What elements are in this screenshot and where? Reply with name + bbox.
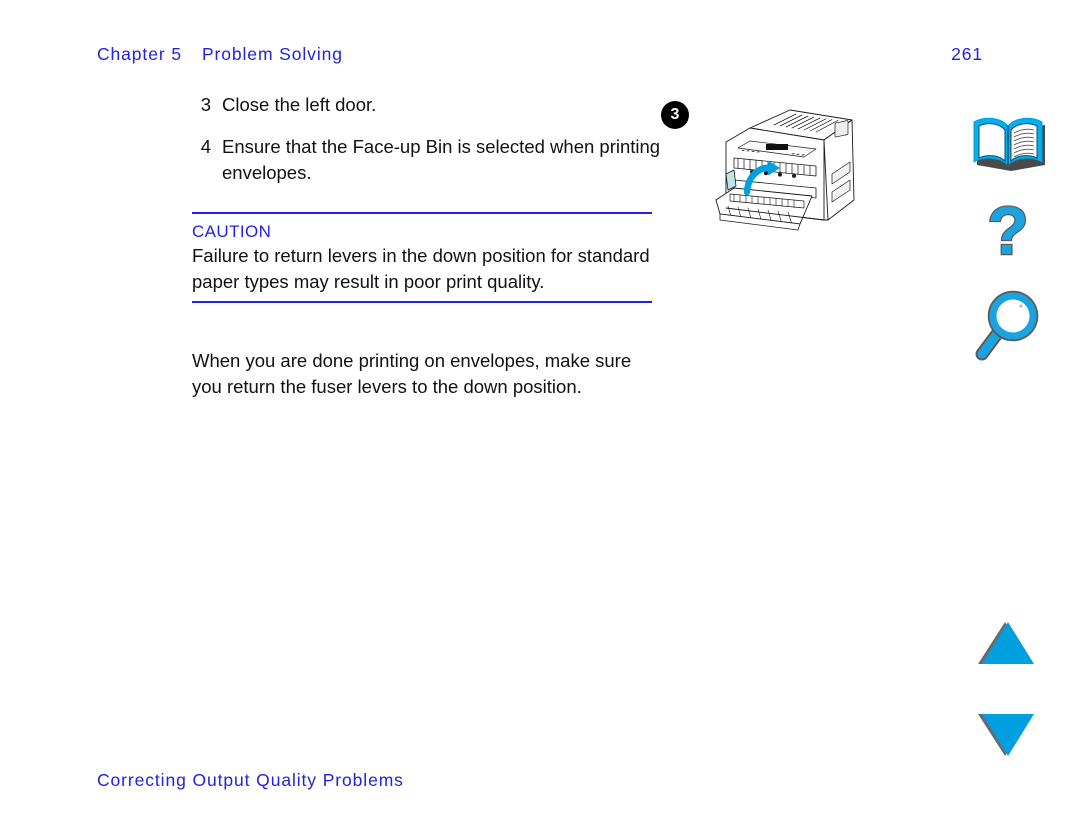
navigation-icon-rail: ? — [960, 100, 1056, 780]
magnifier-icon[interactable] — [960, 286, 1056, 368]
numbered-step-list: 3 Close the left door. 4 Ensure that the… — [192, 92, 662, 202]
caution-block: CAUTION Failure to return levers in the … — [192, 212, 652, 303]
step-text: Ensure that the Face-up Bin is selected … — [222, 136, 661, 183]
triangle-up-icon[interactable] — [960, 612, 1056, 678]
question-mark-icon[interactable]: ? — [960, 194, 1056, 278]
body-paragraph: When you are done printing on envelopes,… — [192, 350, 632, 397]
step-number: 3 — [200, 94, 211, 115]
printer-illustration — [704, 96, 894, 246]
header-chapter: Chapter 5 Problem Solving — [97, 44, 343, 65]
svg-text:?: ? — [987, 194, 1029, 269]
header-chapter-label: Chapter 5 — [97, 44, 182, 64]
header-chapter-title: Problem Solving — [201, 44, 343, 64]
caution-rule-top — [192, 212, 652, 214]
caution-rule-bottom — [192, 301, 652, 303]
book-icon[interactable] — [960, 104, 1056, 174]
caution-body-text: Failure to return levers in the down pos… — [192, 245, 650, 292]
triangle-down-icon[interactable] — [960, 702, 1056, 768]
printer-line-art-icon — [715, 109, 855, 231]
step-number: 4 — [200, 136, 211, 157]
caution-heading: CAUTION — [192, 222, 272, 241]
footer-section-title: Correcting Output Quality Problems — [97, 770, 404, 790]
page-header: Chapter 5 Problem Solving 261 — [97, 44, 983, 70]
callout-badge-3: 3 — [661, 101, 689, 129]
step-text: Close the left door. — [222, 94, 377, 115]
list-item: 4 Ensure that the Face-up Bin is selecte… — [192, 134, 662, 186]
page-number: 261 — [951, 44, 983, 64]
document-page: Chapter 5 Problem Solving 261 3 Close the… — [0, 0, 1080, 834]
list-item: 3 Close the left door. — [192, 92, 662, 118]
